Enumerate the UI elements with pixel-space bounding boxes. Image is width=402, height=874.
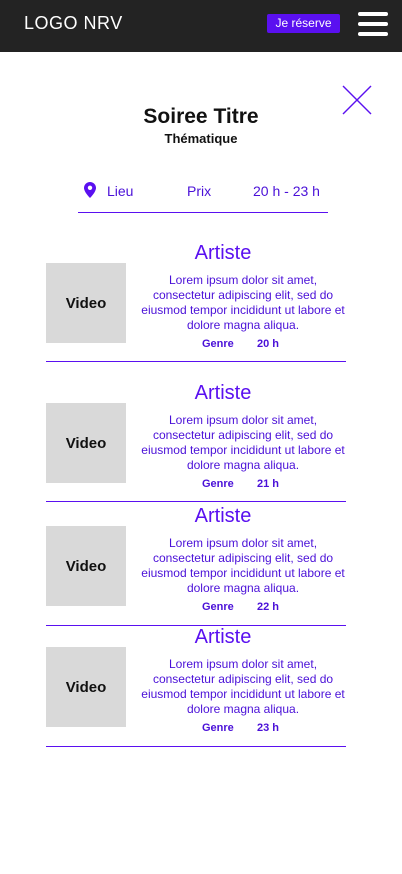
artist-name[interactable]: Artiste xyxy=(138,382,308,405)
performance-card: Video Artiste Lorem ipsum dolor sit amet… xyxy=(46,505,346,626)
performance-time: 21 h xyxy=(257,478,280,490)
logo[interactable]: LOGO NRV xyxy=(24,13,123,34)
artist-description: Lorem ipsum dolor sit amet, consectetur … xyxy=(141,273,345,332)
performance-card: Video Artiste Lorem ipsum dolor sit amet… xyxy=(46,382,346,502)
performance-time: 23 h xyxy=(257,722,280,734)
genre-label: Genre xyxy=(202,338,234,350)
event-info-row: Lieu Prix 20 h - 23 h xyxy=(78,178,328,213)
video-placeholder[interactable]: Video xyxy=(46,403,126,483)
video-placeholder[interactable]: Video xyxy=(46,526,126,606)
map-pin-icon xyxy=(84,182,96,198)
location-link[interactable]: Lieu xyxy=(107,183,133,199)
performance-time: 20 h xyxy=(257,338,280,350)
genre-label: Genre xyxy=(202,601,234,613)
hamburger-menu-icon[interactable] xyxy=(358,12,388,36)
genre-label: Genre xyxy=(202,722,234,734)
reserve-button[interactable]: Je réserve xyxy=(267,14,340,33)
event-title: Soiree Titre xyxy=(143,105,259,128)
artist-description: Lorem ipsum dolor sit amet, consectetur … xyxy=(141,657,345,716)
performance-card: Video Artiste Lorem ipsum dolor sit amet… xyxy=(46,242,346,362)
top-bar: LOGO NRV Je réserve xyxy=(0,0,402,52)
artist-name[interactable]: Artiste xyxy=(138,505,308,528)
price-label: Prix xyxy=(187,183,212,199)
performance-card: Video Artiste Lorem ipsum dolor sit amet… xyxy=(46,626,346,747)
event-subtitle: Thématique xyxy=(164,131,238,146)
artist-name[interactable]: Artiste xyxy=(138,242,308,265)
artist-description: Lorem ipsum dolor sit amet, consectetur … xyxy=(141,536,345,595)
artist-description: Lorem ipsum dolor sit amet, consectetur … xyxy=(141,413,345,472)
video-placeholder[interactable]: Video xyxy=(46,263,126,343)
artist-name[interactable]: Artiste xyxy=(138,626,308,649)
video-placeholder[interactable]: Video xyxy=(46,647,126,727)
performance-time: 22 h xyxy=(257,601,280,613)
genre-label: Genre xyxy=(202,478,234,490)
event-hours: 20 h - 23 h xyxy=(253,183,320,199)
